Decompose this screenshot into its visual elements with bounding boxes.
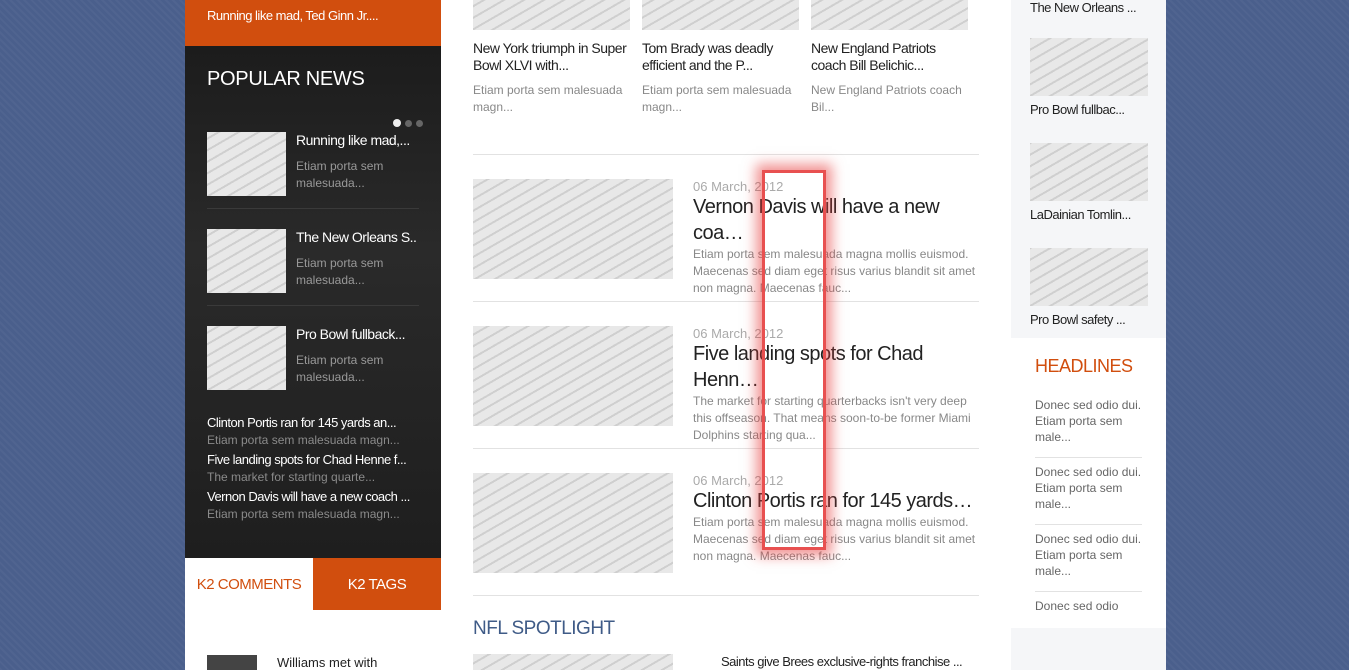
nfl-spotlight-title: NFL SPOTLIGHT [473, 618, 615, 639]
slider-pagination [393, 119, 423, 127]
popular-link[interactable]: Five landing spots for Chad Henne f... [207, 452, 419, 467]
popular-item-excerpt: Etiam porta sem malesuada... [296, 159, 384, 190]
article-thumbnail[interactable] [473, 179, 673, 279]
headlines-title: HEADLINES [1035, 356, 1133, 376]
popular-item-title[interactable]: The New Orleans S... [296, 229, 416, 245]
headline-item[interactable]: Donec sed odio [1035, 592, 1142, 626]
article-item: 06 March, 2012 Five landing spots for Ch… [473, 302, 979, 449]
article-thumbnail[interactable] [811, 0, 968, 30]
article-date: 06 March, 2012 [693, 326, 784, 341]
popular-item: Running like mad,... Etiam porta sem mal… [207, 112, 419, 209]
top-article: New England Patriots coach Bill Belichic… [811, 0, 968, 154]
article-excerpt: Etiam porta sem malesuada magna mollis e… [693, 515, 976, 563]
article-thumbnail[interactable] [1030, 248, 1148, 306]
article-item: 06 March, 2012 Clinton Portis ran for 14… [473, 449, 979, 596]
top-article-excerpt: Etiam porta sem malesuada magn... [642, 83, 792, 114]
top-article-title[interactable]: Tom Brady was deadly efficient and the P… [642, 40, 799, 82]
right-item-title[interactable]: LaDainian Tomlin... [1030, 207, 1147, 222]
article-thumbnail[interactable] [473, 654, 673, 670]
article-thumbnail[interactable] [207, 132, 286, 196]
top-article: Tom Brady was deadly efficient and the P… [642, 0, 799, 154]
popular-item-excerpt: Etiam porta sem malesuada... [296, 256, 384, 287]
headline-item[interactable]: Donec sed odio dui. Etiam porta sem male… [1035, 525, 1142, 592]
slider-dot-3[interactable] [416, 120, 423, 127]
article-title[interactable]: Clinton Portis ran for 145 yards… [693, 488, 979, 514]
article-excerpt: The market for starting quarterbacks isn… [693, 394, 971, 442]
article-excerpt: Etiam porta sem malesuada magna mollis e… [693, 247, 976, 295]
popular-news-widget: POPULAR NEWS Running like mad,... Etiam … [185, 46, 441, 558]
article-date: 06 March, 2012 [693, 179, 784, 194]
popular-link-excerpt: Etiam porta sem malesuada magn... [207, 433, 400, 447]
tab-k2-tags[interactable]: K2 TAGS [313, 558, 441, 610]
main-content: New York triumph in Super Bowl XLVI with… [441, 0, 1011, 670]
comment-text[interactable]: Williams met with [277, 655, 377, 670]
popular-news-title: POPULAR NEWS [207, 68, 365, 90]
top-articles-row: New York triumph in Super Bowl XLVI with… [473, 0, 979, 155]
right-column: The New Orleans ... Pro Bowl fullbac... … [1011, 0, 1166, 670]
nfl-spotlight-item: Saints give Brees exclusive-rights franc… [473, 654, 979, 670]
popular-item: The New Orleans S... Etiam porta sem mal… [207, 209, 419, 306]
avatar [207, 655, 257, 670]
article-title[interactable]: Vernon Davis will have a new coa… [693, 194, 979, 246]
popular-link[interactable]: Vernon Davis will have a new coach ... [207, 489, 419, 504]
popular-item-title[interactable]: Pro Bowl fullback... [296, 326, 416, 342]
top-article-title[interactable]: New England Patriots coach Bill Belichic… [811, 40, 968, 82]
top-article-excerpt: Etiam porta sem malesuada magn... [473, 83, 623, 114]
article-item: 06 March, 2012 Vernon Davis will have a … [473, 155, 979, 302]
nfl-spotlight-link[interactable]: Saints give Brees exclusive-rights franc… [721, 654, 963, 670]
article-thumbnail[interactable] [473, 0, 630, 30]
top-article: New York triumph in Super Bowl XLVI with… [473, 0, 630, 154]
popular-item-excerpt: Etiam porta sem malesuada... [296, 353, 384, 384]
article-thumbnail[interactable] [1030, 38, 1148, 96]
popular-item: Pro Bowl fullback... Etiam porta sem mal… [207, 306, 419, 403]
article-thumbnail[interactable] [473, 473, 673, 573]
popular-link[interactable]: Clinton Portis ran for 145 yards an... [207, 415, 419, 430]
slider-dot-1[interactable] [393, 119, 401, 127]
popular-links: Clinton Portis ran for 145 yards an... E… [207, 403, 419, 521]
headline-item[interactable]: Donec sed odio dui. Etiam porta sem male… [1035, 458, 1142, 525]
article-thumbnail[interactable] [642, 0, 799, 30]
right-item-title[interactable]: The New Orleans ... [1030, 0, 1147, 15]
headline-item[interactable]: Donec sed odio dui. Etiam porta sem male… [1035, 391, 1142, 458]
article-thumbnail[interactable] [207, 229, 286, 293]
top-news-link[interactable]: Running like mad, Ted Ginn Jr.... [185, 0, 441, 46]
top-article-title[interactable]: New York triumph in Super Bowl XLVI with… [473, 40, 630, 82]
article-thumbnail[interactable] [207, 326, 286, 390]
right-item-title[interactable]: Pro Bowl safety ... [1030, 312, 1147, 327]
popular-item-title[interactable]: Running like mad,... [296, 132, 416, 148]
headlines-widget: HEADLINES Donec sed odio dui. Etiam port… [1011, 338, 1166, 628]
right-item: LaDainian Tomlin... [1011, 143, 1166, 248]
right-item-title[interactable]: Pro Bowl fullbac... [1030, 102, 1147, 117]
tab-k2-comments[interactable]: K2 COMMENTS [185, 558, 313, 610]
top-article-excerpt: New England Patriots coach Bil... [811, 83, 962, 114]
popular-link-excerpt: The market for starting quarte... [207, 470, 376, 484]
popular-link-excerpt: Etiam porta sem malesuada magn... [207, 507, 400, 521]
article-thumbnail[interactable] [473, 326, 673, 426]
article-title[interactable]: Five landing spots for Chad Henn… [693, 341, 979, 393]
k2-tabs: K2 COMMENTS K2 TAGS [185, 558, 441, 610]
article-date: 06 March, 2012 [693, 473, 784, 488]
slider-dot-2[interactable] [405, 120, 412, 127]
comment-item: Williams met with [185, 610, 441, 670]
left-column: Running like mad, Ted Ginn Jr.... POPULA… [185, 0, 441, 670]
right-item: Pro Bowl fullbac... [1011, 38, 1166, 143]
right-item: Pro Bowl safety ... [1011, 248, 1166, 338]
right-item: The New Orleans ... [1011, 0, 1166, 38]
article-thumbnail[interactable] [1030, 143, 1148, 201]
